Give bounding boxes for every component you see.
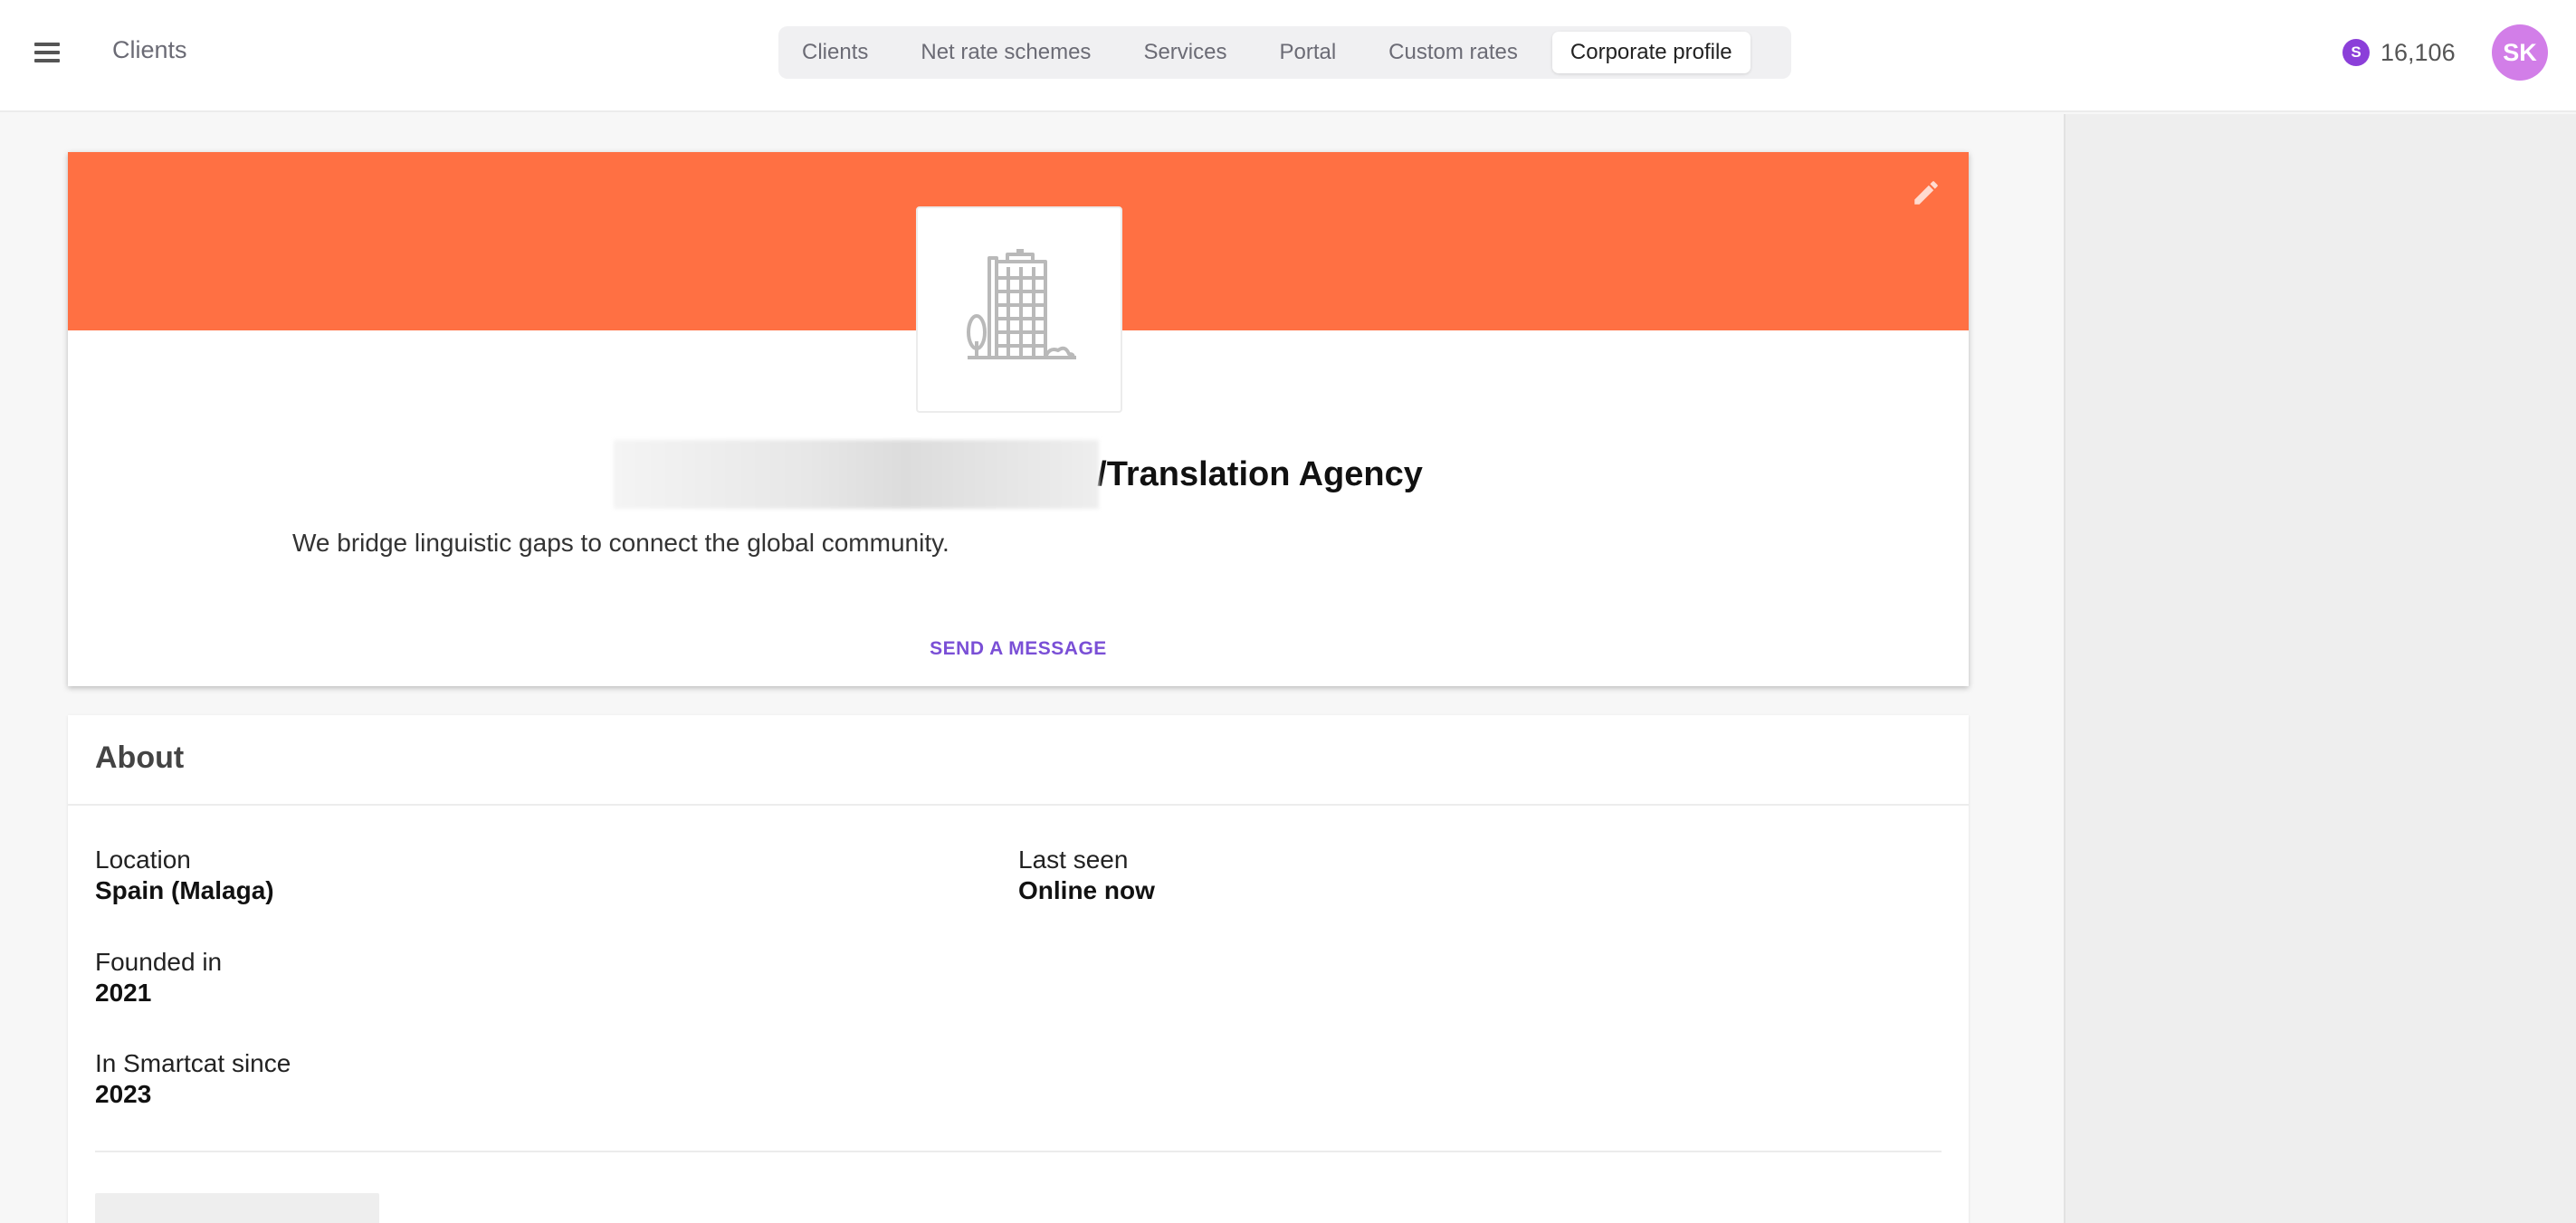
smartcat-since-value: 2023 xyxy=(95,1080,152,1108)
founded-label: Founded in xyxy=(95,948,223,976)
smartcat-since-field: In Smartcat since 2023 xyxy=(95,1048,291,1110)
about-card: About Location Spain (Malaga) Last seen … xyxy=(68,715,1969,1223)
tab-portal[interactable]: Portal xyxy=(1261,32,1354,73)
smartcat-since-label: In Smartcat since xyxy=(95,1049,291,1077)
tab-custom-rates[interactable]: Custom rates xyxy=(1370,32,1536,73)
profile-card: /Translation Agency We bridge linguistic… xyxy=(68,152,1969,686)
main-tabs: Clients Net rate schemes Services Portal… xyxy=(778,26,1791,79)
location-value: Spain (Malaga) xyxy=(95,876,274,904)
send-message-button[interactable]: SEND A MESSAGE xyxy=(68,638,1969,660)
company-logo[interactable] xyxy=(916,206,1122,413)
location-field: Location Spain (Malaga) xyxy=(95,845,274,906)
tab-clients[interactable]: Clients xyxy=(784,32,886,73)
pencil-icon[interactable] xyxy=(1911,177,1942,208)
company-tagline: We bridge linguistic gaps to connect the… xyxy=(292,529,949,557)
divider xyxy=(95,1151,1942,1152)
founded-value: 2021 xyxy=(95,979,152,1007)
right-side-panel xyxy=(2064,114,2576,1223)
last-seen-field: Last seen Online now xyxy=(1018,845,1155,906)
user-avatar[interactable]: SK xyxy=(2492,24,2548,81)
balance-value: 16,106 xyxy=(2380,38,2456,66)
location-label: Location xyxy=(95,846,191,874)
company-name: /Translation Agency xyxy=(1097,454,1423,493)
tab-corporate-profile[interactable]: Corporate profile xyxy=(1551,32,1751,73)
about-title: About xyxy=(95,740,185,775)
tab-services[interactable]: Services xyxy=(1125,32,1245,73)
hamburger-icon[interactable] xyxy=(34,42,62,63)
last-seen-label: Last seen xyxy=(1018,846,1129,874)
redacted-name xyxy=(614,440,1100,509)
last-seen-value: Online now xyxy=(1018,876,1155,904)
loading-placeholder xyxy=(95,1193,379,1223)
tab-net-rate-schemes[interactable]: Net rate schemes xyxy=(902,32,1109,73)
divider xyxy=(68,804,1969,806)
founded-field: Founded in 2021 xyxy=(95,947,222,1008)
top-bar: Clients Clients Net rate schemes Service… xyxy=(0,0,2576,112)
balance-indicator[interactable]: S 16,106 xyxy=(2342,36,2456,69)
page-breadcrumb: Clients xyxy=(112,36,187,63)
company-name-row: /Translation Agency xyxy=(68,440,1969,509)
building-icon xyxy=(967,249,1076,359)
coin-icon: S xyxy=(2342,39,2370,66)
